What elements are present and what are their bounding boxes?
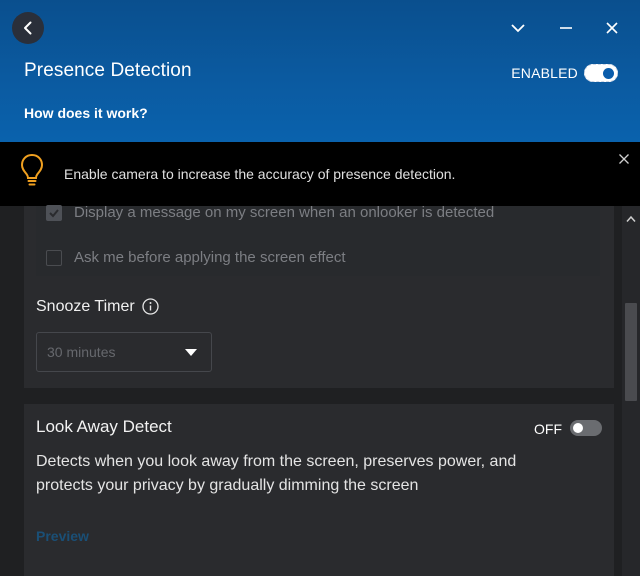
scroll-up-button[interactable]	[626, 210, 636, 228]
presence-detection-toggle[interactable]	[584, 64, 618, 82]
page-title: Presence Detection	[24, 60, 192, 81]
chevron-up-icon	[626, 215, 636, 222]
notice-close-button[interactable]	[618, 152, 630, 164]
preview-link[interactable]: Preview	[36, 528, 89, 544]
close-icon	[619, 154, 629, 164]
back-button[interactable]	[12, 12, 44, 44]
look-away-toggle[interactable]	[570, 420, 602, 436]
close-icon	[606, 22, 618, 34]
look-away-status-label: OFF	[534, 421, 562, 437]
display-message-label: Display a message on my screen when an o…	[74, 204, 495, 221]
toggle-knob	[573, 423, 583, 433]
look-away-description: Detects when you look away from the scre…	[36, 453, 517, 494]
checkmark-icon	[49, 208, 59, 217]
snooze-timer-label: Snooze Timer	[36, 298, 135, 315]
back-arrow-icon	[24, 21, 32, 35]
snooze-timer-dropdown[interactable]: 30 minutes	[36, 332, 212, 372]
close-button[interactable]	[600, 16, 624, 40]
look-away-title: Look Away Detect	[36, 417, 172, 436]
collapse-button[interactable]	[506, 16, 530, 40]
chevron-down-icon	[511, 24, 525, 33]
ask-before-label: Ask me before applying the screen effect	[74, 249, 346, 266]
minimize-icon	[560, 27, 572, 29]
snooze-timer-value: 30 minutes	[47, 344, 116, 360]
notice-text: Enable camera to increase the accuracy o…	[64, 166, 456, 182]
enabled-status-label: ENABLED	[511, 65, 578, 81]
info-icon[interactable]	[142, 298, 159, 320]
ask-before-checkbox[interactable]	[46, 249, 62, 266]
display-message-checkbox[interactable]	[46, 204, 62, 221]
how-it-works-link[interactable]: How does it work?	[24, 105, 148, 121]
display-message-option[interactable]: Display a message on my screen when an o…	[46, 204, 494, 221]
scrollbar-thumb[interactable]	[625, 303, 637, 401]
header: Presence Detection How does it work? ENA…	[0, 0, 640, 142]
lightbulb-icon	[20, 153, 44, 192]
ask-before-option[interactable]: Ask me before applying the screen effect	[46, 249, 346, 266]
dropdown-arrow-icon	[185, 349, 197, 356]
toggle-knob	[603, 68, 614, 79]
minimize-button[interactable]	[554, 16, 578, 40]
